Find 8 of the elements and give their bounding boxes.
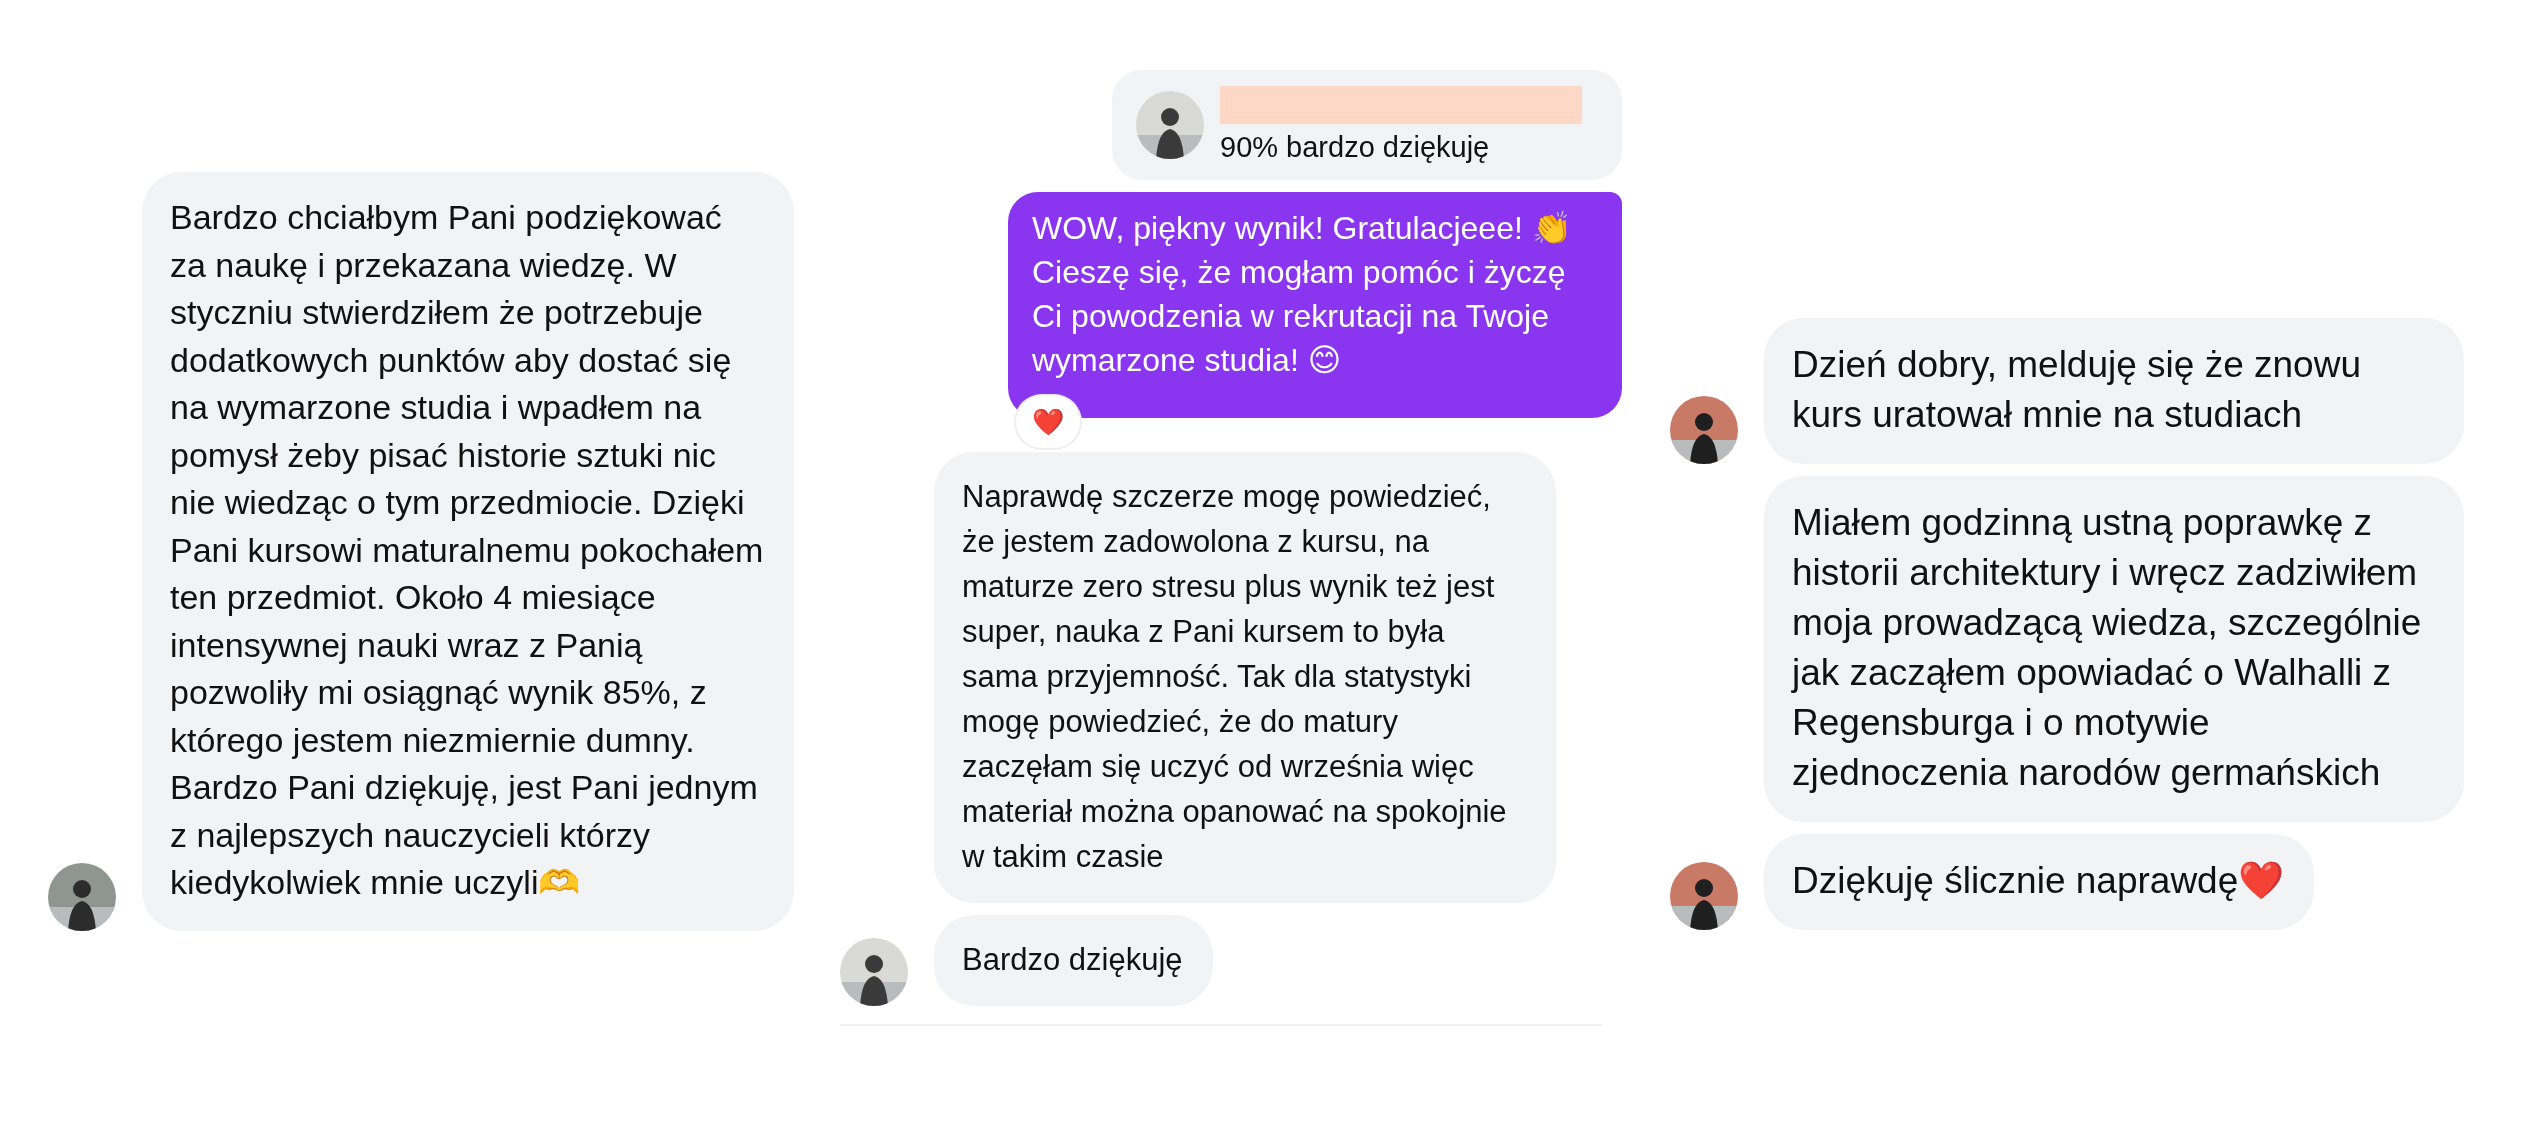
reaction-badge: ❤ [1016, 396, 1080, 448]
received-message: Bardzo dziękuję [934, 915, 1213, 1006]
received-message: Naprawdę szczerze mogę powiedzieć, że jestem zadowolona z kursu, na maturze zero stresu plus wynik też jest super, nauka z Pani kursem to była sama przyjemność. Tak dla statystyki mogę powiedzieć, że do matury zaczęłam się uczyć od września więc materiał można opanować na spokojnie w takim czasie [934, 452, 1556, 903]
received-message: Dziękuję ślicznie naprawdę❤ [1764, 834, 2315, 930]
received-message: Miałem godzinną ustną poprawkę z historii architektury i wręcz zadziwiłem moja prowadzącą wiedza, szczególnie jak zacząłem opowiadać o Walhalli z Regensburga i o motywie zjednoczenia narodów germańskich [1764, 476, 2464, 822]
received-message: Bardzo chciałbym Pani podziękować za naukę i przekazana wiedzę. W styczniu stwierdziłem że potrzebuje dodatkowych punktów aby dostać się na wymarzone studia i wpadłem na pomysł żeby pisać historie sztuki nic nie wiedząc o tym przedmiocie. Dzięki Pani kursowi maturalnemu pokochałem ten przedmiot. Około 4 miesiące intensywnej nauki wraz z Panią pozwoliły mi osiągnąć wynik 85%, z którego jestem niezmiernie dumny. Bardzo Pani dziękuję, jest Pani jednym z najlepszych nauczycieli którzy kiedykolwiek mnie uczyli🫶 [142, 172, 794, 931]
received-message: Dzień dobry, melduję się że znowu kurs uratował mnie na studiach [1764, 318, 2464, 464]
quoted-message-text: 90% bardzo dziękuję [1220, 130, 1491, 164]
